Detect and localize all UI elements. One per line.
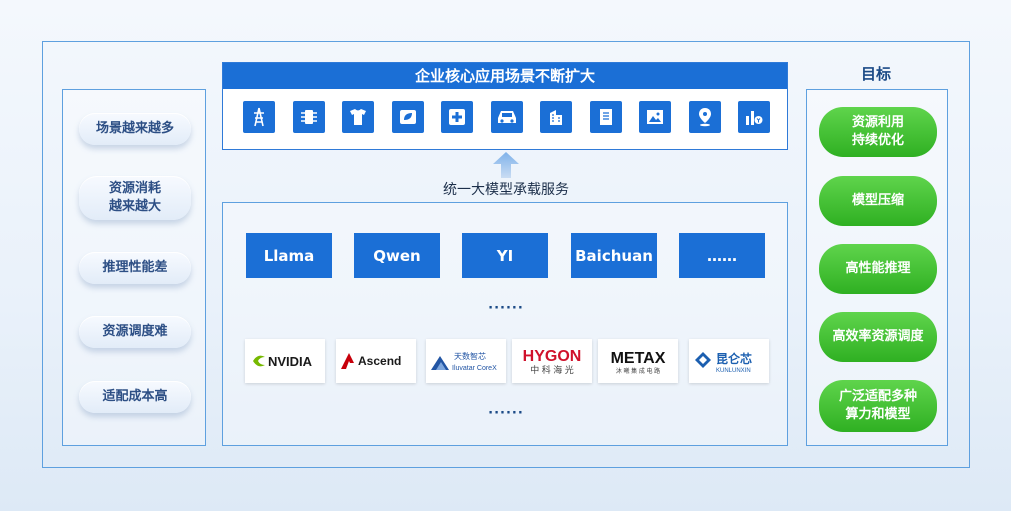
more-dots-bottom: ······ <box>488 406 524 421</box>
tshirt-icon <box>342 101 374 133</box>
challenge-item: 适配成本高 <box>79 381 191 413</box>
goal-item: 资源利用 持续优化 <box>819 107 937 157</box>
goal-item: 模型压缩 <box>819 176 937 226</box>
vendor-kunlunxin: 昆仑芯 KUNLUNXIN <box>689 339 769 383</box>
vendor-ascend: Ascend <box>336 339 416 383</box>
model-baichuan: Baichuan <box>571 233 657 278</box>
goal-item: 高效率资源调度 <box>819 312 937 362</box>
medical-cross-icon <box>441 101 473 133</box>
vendor-hygon: HYGON 中 科 海 光 <box>512 339 592 383</box>
circuit-icon <box>293 101 325 133</box>
challenges-panel: 场景越来越多 资源消耗 越来越大 推理性能差 资源调度难 适配成本高 <box>62 89 206 446</box>
vendor-nvidia-name: NVIDIA <box>268 354 313 369</box>
scenarios-box: 企业核心应用场景不断扩大 <box>222 62 788 150</box>
document-icon <box>590 101 622 133</box>
vendor-ascend-name: Ascend <box>358 354 401 368</box>
location-pin-icon <box>689 101 721 133</box>
challenge-item: 场景越来越多 <box>79 113 191 145</box>
vendor-metax-cn: 沐 曦 集 成 电 路 <box>616 367 660 375</box>
challenge-item: 资源调度难 <box>79 316 191 348</box>
vendor-metax: METAX 沐 曦 集 成 电 路 <box>598 339 678 383</box>
eco-box-icon <box>392 101 424 133</box>
model-llama: Llama <box>246 233 332 278</box>
vendor-iluvatar: 天数智芯 Iluvatar CoreX <box>426 339 506 383</box>
up-arrow-icon <box>490 150 522 180</box>
image-icon <box>639 101 671 133</box>
building-icon <box>540 101 572 133</box>
car-icon <box>491 101 523 133</box>
vendor-metax-name: METAX <box>611 350 666 367</box>
goals-panel: 资源利用 持续优化 模型压缩 高性能推理 高效率资源调度 广泛适配多种 算力和模型 <box>806 89 948 446</box>
vendor-kunlunxin-cn: 昆仑芯 <box>716 351 752 366</box>
scenarios-title: 企业核心应用场景不断扩大 <box>223 63 787 89</box>
vendor-iluvatar-en: Iluvatar CoreX <box>452 365 497 372</box>
vendor-hygon-cn: 中 科 海 光 <box>530 364 574 375</box>
power-tower-icon <box>243 101 275 133</box>
goal-item: 广泛适配多种 算力和模型 <box>819 380 937 432</box>
goal-item: 高性能推理 <box>819 244 937 294</box>
model-yi: YI <box>462 233 548 278</box>
finance-chart-icon <box>738 101 770 133</box>
goals-title: 目标 <box>860 65 891 83</box>
model-qwen: Qwen <box>354 233 440 278</box>
challenge-item: 推理性能差 <box>79 252 191 284</box>
model-more: …… <box>679 233 765 278</box>
more-dots: ······ <box>488 301 524 316</box>
vendor-iluvatar-cn: 天数智芯 <box>454 351 486 361</box>
vendor-kunlunxin-en: KUNLUNXIN <box>716 368 751 374</box>
challenge-item: 资源消耗 越来越大 <box>79 176 191 220</box>
vendor-hygon-name: HYGON <box>523 348 582 365</box>
vendor-nvidia: NVIDIA <box>245 339 325 383</box>
unified-service-label: 统一大模型承载服务 <box>443 182 569 198</box>
